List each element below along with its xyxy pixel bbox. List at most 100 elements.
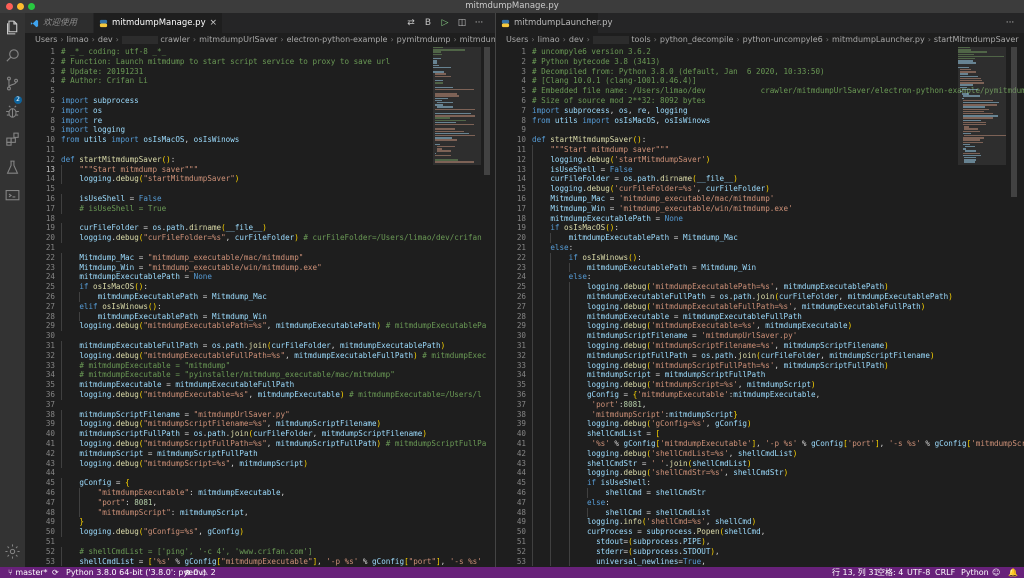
- code-line[interactable]: Mitmdump_Win = 'mitmdump_executable/win/…: [532, 204, 792, 214]
- minimap[interactable]: [433, 47, 481, 567]
- code-line[interactable]: "mitmdumpScript": mitmdumpScript,: [61, 508, 249, 518]
- code-area[interactable]: # uncompyle6 version 3.6.2 # Python bytec…: [532, 47, 1024, 567]
- search-icon[interactable]: [4, 47, 21, 64]
- code-line[interactable]: mitmdumpExecutable = mitmdumpExecutableF…: [532, 312, 802, 322]
- breadcrumb-item[interactable]: mitmdumpUrlSaver: [199, 35, 277, 44]
- code-line[interactable]: mitmdumpExecutablePath = Mitmdump_Win: [61, 312, 267, 322]
- code-editor-right[interactable]: 1 2 3 4 5 6 7 8 9 10 11 12 13 14 15 16 17 18 19 20 21 22 23 24 2…: [496, 47, 1024, 567]
- code-line[interactable]: mitmdumpExecutablePath = None: [61, 272, 212, 282]
- code-line[interactable]: logging.debug('startMitmdumpSaver'): [532, 155, 710, 165]
- code-line[interactable]: mitmdumpScriptFullPath = os.path.join(cu…: [532, 351, 935, 361]
- close-window-button[interactable]: [6, 3, 13, 10]
- sync-icon[interactable]: ⟳: [52, 567, 59, 578]
- code-line[interactable]: universal_newlines=True,: [532, 557, 706, 567]
- code-line[interactable]: mitmdumpExecutablePath = None: [532, 214, 683, 224]
- git-branch[interactable]: ⑂ master*: [8, 567, 48, 578]
- breadcrumb-item[interactable]: tools: [631, 35, 650, 44]
- code-line[interactable]: # mitmdumpExecutable = "pyinstaller/mitm…: [61, 370, 394, 380]
- code-line[interactable]: logging.info('shellCmd=%s', shellCmd): [532, 517, 756, 527]
- code-line[interactable]: if osIsMacOS():: [532, 223, 619, 233]
- code-line[interactable]: logging.debug("curFileFolder=%s", curFil…: [61, 233, 481, 243]
- code-line[interactable]: Mitmdump_Mac = 'mitmdump_executable/mac/…: [532, 194, 774, 204]
- code-line[interactable]: # Author: Crifan Li: [61, 76, 148, 86]
- code-line[interactable]: }: [61, 517, 84, 527]
- code-line[interactable]: logging.debug('curFileFolder=%s', curFil…: [532, 184, 770, 194]
- code-line[interactable]: mitmdumpScript = mitmdumpScriptFullPath: [532, 370, 765, 380]
- bold-b-icon[interactable]: B: [422, 17, 434, 29]
- code-line[interactable]: # [Clang 10.0.1 (clang-1001.0.46.4)]: [532, 76, 697, 86]
- zoom-window-button[interactable]: [28, 3, 35, 10]
- breadcrumb-item[interactable]: python-uncompyle6: [743, 35, 823, 44]
- code-line[interactable]: mitmdumpScriptFilename = "mitmdumpUrlSav…: [61, 410, 289, 420]
- test-icon[interactable]: [4, 159, 21, 176]
- compare-changes-icon[interactable]: ⇄: [405, 17, 417, 29]
- code-line[interactable]: isUseShell = False: [532, 165, 632, 175]
- scroll-thumb[interactable]: [484, 47, 490, 175]
- code-line[interactable]: mitmdumpExecutablePath = Mitmdump_Mac: [532, 233, 738, 243]
- more-actions-icon[interactable]: ···: [473, 17, 485, 29]
- code-line[interactable]: stdout=(subprocess.PIPE),: [532, 537, 710, 547]
- code-line[interactable]: curFileFolder = os.path.dirname(__file__…: [532, 174, 738, 184]
- breadcrumb-item[interactable]: limao: [538, 35, 560, 44]
- split-editor-icon[interactable]: ◫: [456, 17, 468, 29]
- code-line[interactable]: elif osIsWinows():: [61, 302, 161, 312]
- code-line[interactable]: shellCmd = shellCmdStr: [532, 488, 706, 498]
- breadcrumb-item[interactable]: startMitmdumpSaver: [934, 35, 1019, 44]
- code-line[interactable]: else:: [532, 498, 610, 508]
- code-line[interactable]: Mitmdump_Win = "mitmdump_executable/win/…: [61, 263, 321, 273]
- line-ending[interactable]: CRLF: [935, 567, 955, 578]
- code-line[interactable]: logging.debug("mitmdumpScriptFilename=%s…: [61, 419, 381, 429]
- tab-welcome[interactable]: 欢迎使用: [25, 13, 93, 33]
- code-line[interactable]: # uncompyle6 version 3.6.2: [532, 47, 651, 57]
- code-line[interactable]: logging.debug('shellCmdStr=%s', shellCmd…: [532, 468, 788, 478]
- code-line[interactable]: curProcess = subprocess.Popen(shellCmd,: [532, 527, 765, 537]
- code-line[interactable]: mitmdumpExecutableFullPath = os.path.joi…: [61, 341, 445, 351]
- code-line[interactable]: Mitmdump_Mac = "mitmdump_executable/mac/…: [61, 253, 303, 263]
- code-line[interactable]: curFileFolder = os.path.dirname(__file__…: [61, 223, 267, 233]
- code-line[interactable]: logging.debug("mitmdumpScript=%s", mitmd…: [61, 459, 308, 469]
- code-line[interactable]: shellCmd = shellCmdList: [532, 508, 710, 518]
- code-line[interactable]: """Start mitmdump saver""": [61, 165, 198, 175]
- breadcrumb-item[interactable]: crawler: [160, 35, 190, 44]
- encoding[interactable]: UTF-8: [907, 567, 930, 578]
- vertical-scrollbar[interactable]: [1010, 47, 1018, 567]
- minimap[interactable]: [958, 47, 1006, 567]
- code-line[interactable]: logging.debug("gConfig=%s", gConfig): [61, 527, 244, 537]
- code-line[interactable]: mitmdumpExecutableFullPath = os.path.joi…: [532, 292, 953, 302]
- code-line[interactable]: # mitmdumpExecutable = "mitmdump": [61, 361, 230, 371]
- code-line[interactable]: else:: [532, 272, 592, 282]
- code-line[interactable]: gConfig = {: [61, 478, 129, 488]
- code-line[interactable]: import subprocess, os, re, logging: [532, 106, 688, 116]
- code-line[interactable]: logging.debug('mitmdumpScriptFullPath=%s…: [532, 361, 889, 371]
- breadcrumb-item[interactable]: pymitmdump: [397, 35, 451, 44]
- breadcrumb-item[interactable]: mitmdumpManage.py: [460, 35, 495, 44]
- code-line[interactable]: 'port':8081,: [532, 400, 647, 410]
- code-line[interactable]: logging.debug('mitmdumpScript=%s', mitmd…: [532, 380, 816, 390]
- tab-close-icon[interactable]: ×: [209, 13, 217, 33]
- code-line[interactable]: # Python bytecode 3.8 (3413): [532, 57, 660, 67]
- more-actions-icon[interactable]: ···: [1004, 17, 1016, 29]
- code-line[interactable]: shellCmdList = ['%s' % gConfig["mitmdump…: [61, 557, 482, 567]
- code-line[interactable]: mitmdumpScriptFilename = 'mitmdumpUrlSav…: [532, 331, 797, 341]
- code-line[interactable]: if osIsMacOS():: [61, 282, 148, 292]
- code-line[interactable]: def startMitmdumpSaver():: [532, 135, 646, 145]
- breadcrumb-item[interactable]: dev: [569, 35, 584, 44]
- code-line[interactable]: gConfig = {'mitmdumpExecutable':mitmdump…: [532, 390, 820, 400]
- code-line[interactable]: import os: [61, 106, 102, 116]
- code-line[interactable]: mitmdumpExecutable = mitmdumpExecutableF…: [61, 380, 294, 390]
- code-line[interactable]: '%s' % gConfig['mitmdumpExecutable'], '-…: [532, 439, 1024, 449]
- code-line[interactable]: mitmdumpScript = mitmdumpScriptFullPath: [61, 449, 257, 459]
- code-line[interactable]: stderr=(subprocess.STDOUT),: [532, 547, 719, 557]
- code-line[interactable]: import subprocess: [61, 96, 139, 106]
- code-line[interactable]: # isUseShell = True: [61, 204, 166, 214]
- code-line[interactable]: mitmdumpExecutablePath = Mitmdump_Win: [532, 263, 756, 273]
- cursor-position[interactable]: 行 13, 列 31: [832, 567, 879, 578]
- vertical-scrollbar[interactable]: [483, 47, 491, 567]
- feedback-icon[interactable]: ☺: [992, 567, 1000, 578]
- breadcrumb-item[interactable]: python_decompile: [660, 35, 734, 44]
- code-line[interactable]: """Start mitmdump saver""": [532, 145, 669, 155]
- problems-count[interactable]: ⊗ 0 ⚠ 2: [184, 567, 216, 578]
- minimap-slider[interactable]: [433, 47, 481, 165]
- language-mode[interactable]: Python: [961, 567, 989, 578]
- tab-mitmdumplauncher[interactable]: mitmdumpLauncher.py: [496, 13, 613, 33]
